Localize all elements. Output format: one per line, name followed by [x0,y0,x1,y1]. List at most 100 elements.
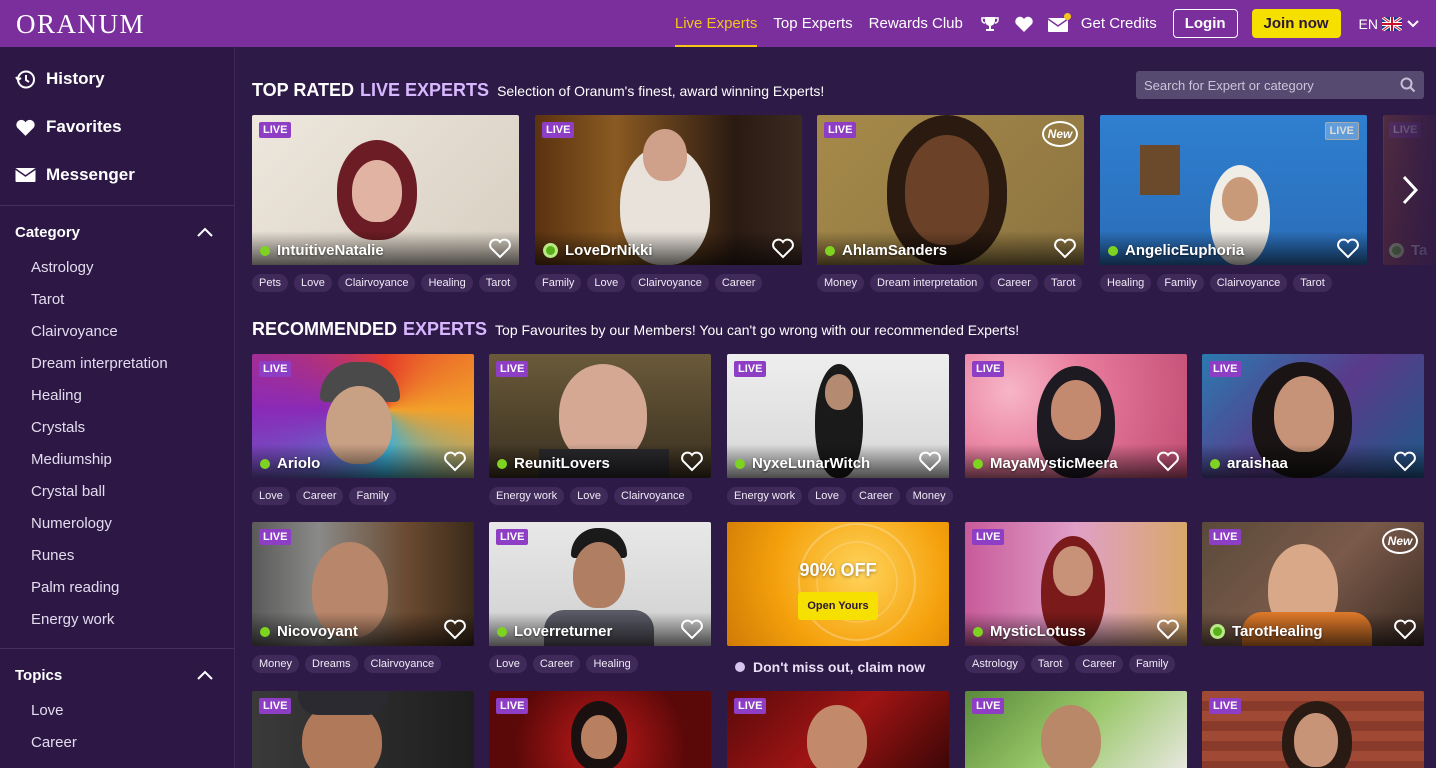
expert-card-row3-3[interactable]: LIVE [727,691,949,768]
tag[interactable]: Clairvoyance [337,274,416,292]
tag[interactable]: Clairvoyance [614,487,692,505]
tag[interactable]: Family [1157,274,1204,292]
expert-card-row3-5[interactable]: LIVE [1202,691,1424,768]
category-clairvoyance[interactable]: Clairvoyance [0,316,234,348]
tag[interactable]: Pets [252,274,289,292]
tag[interactable]: Clairvoyance [1209,274,1288,292]
favorite-heart-icon[interactable] [443,618,467,640]
tag[interactable]: Love [294,274,332,292]
favorite-heart-icon[interactable] [1393,450,1417,472]
tag[interactable]: Career [295,487,344,505]
tag[interactable]: Healing [421,274,473,292]
category-healing[interactable]: Healing [0,380,234,412]
promo-card[interactable]: 90% OFF Open Yours Don't miss out, claim… [727,522,949,682]
tag[interactable]: Tarot [1293,274,1332,292]
favorite-heart-icon[interactable] [1156,618,1180,640]
tag[interactable]: Love [489,655,527,673]
expert-card-angeliceuphoria[interactable]: LIVE AngelicEuphoria Healing Family Clai… [1100,115,1367,300]
sidebar-item-history[interactable]: History [0,55,234,103]
expert-card-row3-2[interactable]: LIVE [489,691,711,768]
category-mediumship[interactable]: Mediumship [0,444,234,476]
favorite-heart-icon[interactable] [1393,618,1417,640]
tag[interactable]: Clairvoyance [631,274,709,292]
tag[interactable]: Career [852,487,900,505]
expert-card-row3-1[interactable]: LIVE [252,691,474,768]
tag[interactable]: Healing [586,655,638,673]
tag[interactable]: Money [817,274,865,292]
nav-rewards-club[interactable]: Rewards Club [869,0,963,47]
expert-card-ahlamsanders[interactable]: LIVE New AhlamSanders Money Dream interp… [817,115,1084,300]
tag[interactable]: Love [808,487,846,505]
heart-icon[interactable] [1013,13,1035,35]
expert-card-reunitlovers[interactable]: LIVE ReunitLovers Energy work Love Clair… [489,354,711,514]
language-selector[interactable]: EN [1359,16,1420,32]
tag[interactable]: Tarot [478,274,518,292]
expert-card-mysticlotuss[interactable]: LIVE MysticLotuss Astrology Tarot Career… [965,522,1187,682]
expert-card-row3-4[interactable]: LIVE [965,691,1187,768]
favorite-heart-icon[interactable] [680,618,704,640]
favorite-heart-icon[interactable] [488,237,512,259]
favorite-heart-icon[interactable] [1053,237,1077,259]
tag[interactable]: Love [570,487,608,505]
carousel-next-button[interactable] [1384,115,1436,265]
open-yours-button[interactable]: Open Yours [798,592,878,620]
category-crystals[interactable]: Crystals [0,412,234,444]
sidebar-item-favorites[interactable]: Favorites [0,103,234,151]
tag[interactable]: Money [252,655,300,673]
tag[interactable]: Dreams [305,655,358,673]
expert-card-araishaa[interactable]: LIVE araishaa [1202,354,1424,478]
login-button[interactable]: Login [1172,9,1238,38]
category-palm-reading[interactable]: Palm reading [0,572,234,604]
get-credits-link[interactable]: Get Credits [1081,0,1157,47]
mail-icon[interactable] [1047,12,1071,35]
tag[interactable]: Dream interpretation [870,274,985,292]
tag[interactable]: Healing [1100,274,1152,292]
tag[interactable]: Energy work [727,487,803,505]
favorite-heart-icon[interactable] [1156,450,1180,472]
oranum-logo[interactable]: ORANUM [16,9,145,40]
expert-card-loverreturner[interactable]: LIVE Loverreturner Love Career Healing [489,522,711,682]
expert-card-nyxelunarwitch[interactable]: LIVE NyxeLunarWitch Energy work Love Car… [727,354,953,514]
search-icon[interactable] [1400,77,1416,93]
tag[interactable]: Career [1075,655,1123,673]
expert-card-mayamysticmeera[interactable]: LIVE MayaMysticMeera [965,354,1187,478]
trophy-icon[interactable] [979,13,1001,35]
tag[interactable]: Family [535,274,582,292]
tag[interactable]: Astrology [965,655,1025,673]
expert-card-nicovoyant[interactable]: LIVE Nicovoyant Money Dreams Clairvoyanc… [252,522,474,682]
category-energy-work[interactable]: Energy work [0,604,234,636]
favorite-heart-icon[interactable] [680,450,704,472]
topic-love[interactable]: Love [0,695,234,727]
expert-card-ariolo[interactable]: LIVE Ariolo Love Career Family [252,354,474,514]
tag[interactable]: Family [1128,655,1176,673]
favorite-heart-icon[interactable] [771,237,795,259]
tag[interactable]: Money [905,487,953,505]
tag[interactable]: Tarot [1043,274,1083,292]
tag[interactable]: Career [714,274,763,292]
tag[interactable]: Energy work [489,487,565,505]
tag[interactable]: Clairvoyance [363,655,442,673]
category-runes[interactable]: Runes [0,540,234,572]
tag[interactable]: Career [532,655,581,673]
category-dream-interpretation[interactable]: Dream interpretation [0,348,234,380]
tag[interactable]: Family [349,487,396,505]
category-crystal-ball[interactable]: Crystal ball [0,476,234,508]
category-numerology[interactable]: Numerology [0,508,234,540]
favorite-heart-icon[interactable] [918,450,942,472]
expert-card-intuitivenatalie[interactable]: LIVE IntuitiveNatalie Pets Love Clairvoy… [252,115,519,300]
nav-top-experts[interactable]: Top Experts [773,0,852,47]
expert-card-tarothealing[interactable]: LIVE New TarotHealing [1202,522,1424,646]
tag[interactable]: Love [587,274,626,292]
tag[interactable]: Love [252,487,290,505]
sidebar-item-messenger[interactable]: Messenger [0,151,234,199]
join-now-button[interactable]: Join now [1251,9,1341,38]
category-tarot[interactable]: Tarot [0,284,234,316]
favorite-heart-icon[interactable] [1336,237,1360,259]
favorite-heart-icon[interactable] [443,450,467,472]
topics-toggle[interactable]: Topics [0,655,234,695]
category-astrology[interactable]: Astrology [0,252,234,284]
search-input[interactable] [1144,77,1394,93]
expert-card-lovedrnikki[interactable]: LIVE LoveDrNikki Family Love Clairvoyanc… [535,115,802,300]
tag[interactable]: Tarot [1030,655,1070,673]
nav-live-experts[interactable]: Live Experts [674,0,758,47]
